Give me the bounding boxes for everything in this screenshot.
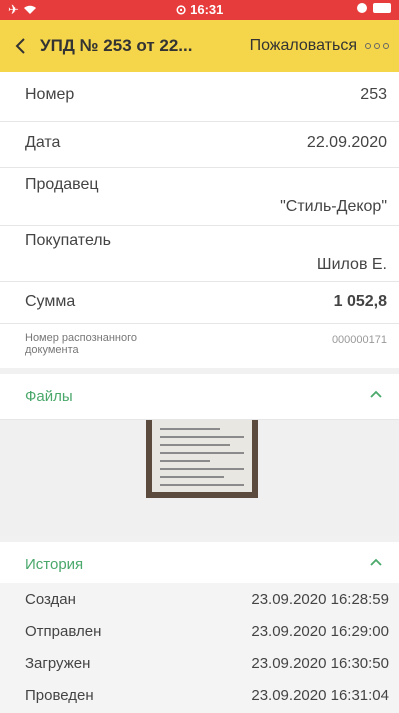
complain-button[interactable]: Пожаловаться xyxy=(250,37,357,55)
page-title: УПД № 253 от 22... xyxy=(40,36,193,55)
files-area xyxy=(0,420,399,536)
field-value: Шилов Е. xyxy=(316,256,387,273)
field-recognized-doc: Номер распознанного документа 000000171 xyxy=(0,324,399,368)
field-value: 253 xyxy=(360,86,387,103)
field-label: Номер распознанного документа xyxy=(25,332,137,356)
history-event: Загружен xyxy=(25,655,91,672)
field-value: "Стиль-Декор" xyxy=(280,198,387,215)
field-label: Дата xyxy=(25,134,61,151)
history-row: Отправлен 23.09.2020 16:29:00 xyxy=(0,615,399,649)
field-sum: Сумма 1 052,8 xyxy=(0,282,399,324)
more-icon[interactable] xyxy=(365,43,389,49)
chevron-up-icon[interactable] xyxy=(369,554,383,572)
history-row: Проведен 23.09.2020 16:31:04 xyxy=(0,679,399,713)
field-number: Номер 253 xyxy=(0,72,399,122)
history-datetime: 23.09.2020 16:30:50 xyxy=(251,655,389,672)
field-label: Покупатель xyxy=(25,232,111,249)
history-event: Создан xyxy=(25,591,76,608)
location-icon: ⊙ xyxy=(175,2,187,17)
files-section-header[interactable]: Файлы xyxy=(0,374,399,420)
field-value: 22.09.2020 xyxy=(306,134,387,151)
history-datetime: 23.09.2020 16:31:04 xyxy=(251,687,389,704)
field-date: Дата 22.09.2020 xyxy=(0,122,399,168)
history-section-header[interactable]: История xyxy=(0,542,399,588)
status-time: ⊙ 16:31 xyxy=(0,2,399,18)
status-right xyxy=(357,3,391,13)
history-datetime: 23.09.2020 16:29:00 xyxy=(251,623,389,640)
history-row: Создан 23.09.2020 16:28:59 xyxy=(0,583,399,617)
field-label: Сумма xyxy=(25,293,76,310)
history-row: Загружен 23.09.2020 16:30:50 xyxy=(0,647,399,681)
field-value: 1 052,8 xyxy=(333,293,387,310)
battery-icon xyxy=(373,3,391,13)
status-bar: ✈ ⊙ 16:31 xyxy=(0,0,399,20)
document-thumbnail[interactable] xyxy=(146,420,258,498)
chevron-up-icon[interactable] xyxy=(369,386,383,404)
nav-bar: УПД № 253 от 22... Пожаловаться xyxy=(0,20,399,72)
document-paper xyxy=(152,420,252,492)
history-datetime: 23.09.2020 16:28:59 xyxy=(251,591,389,608)
chevron-left-icon[interactable] xyxy=(0,20,40,72)
field-value: 000000171 xyxy=(331,334,387,346)
clock-text: 16:31 xyxy=(190,2,224,17)
history-event: Проведен xyxy=(25,687,94,704)
alarm-icon xyxy=(357,3,367,13)
field-label: Продавец xyxy=(25,176,99,193)
history-section-title: История xyxy=(25,556,84,573)
field-label: Номер xyxy=(25,86,75,103)
field-seller[interactable]: Продавец "Стиль-Декор" xyxy=(0,168,399,226)
files-section-title: Файлы xyxy=(25,388,73,405)
field-buyer[interactable]: Покупатель Шилов Е. xyxy=(0,226,399,282)
history-event: Отправлен xyxy=(25,623,102,640)
